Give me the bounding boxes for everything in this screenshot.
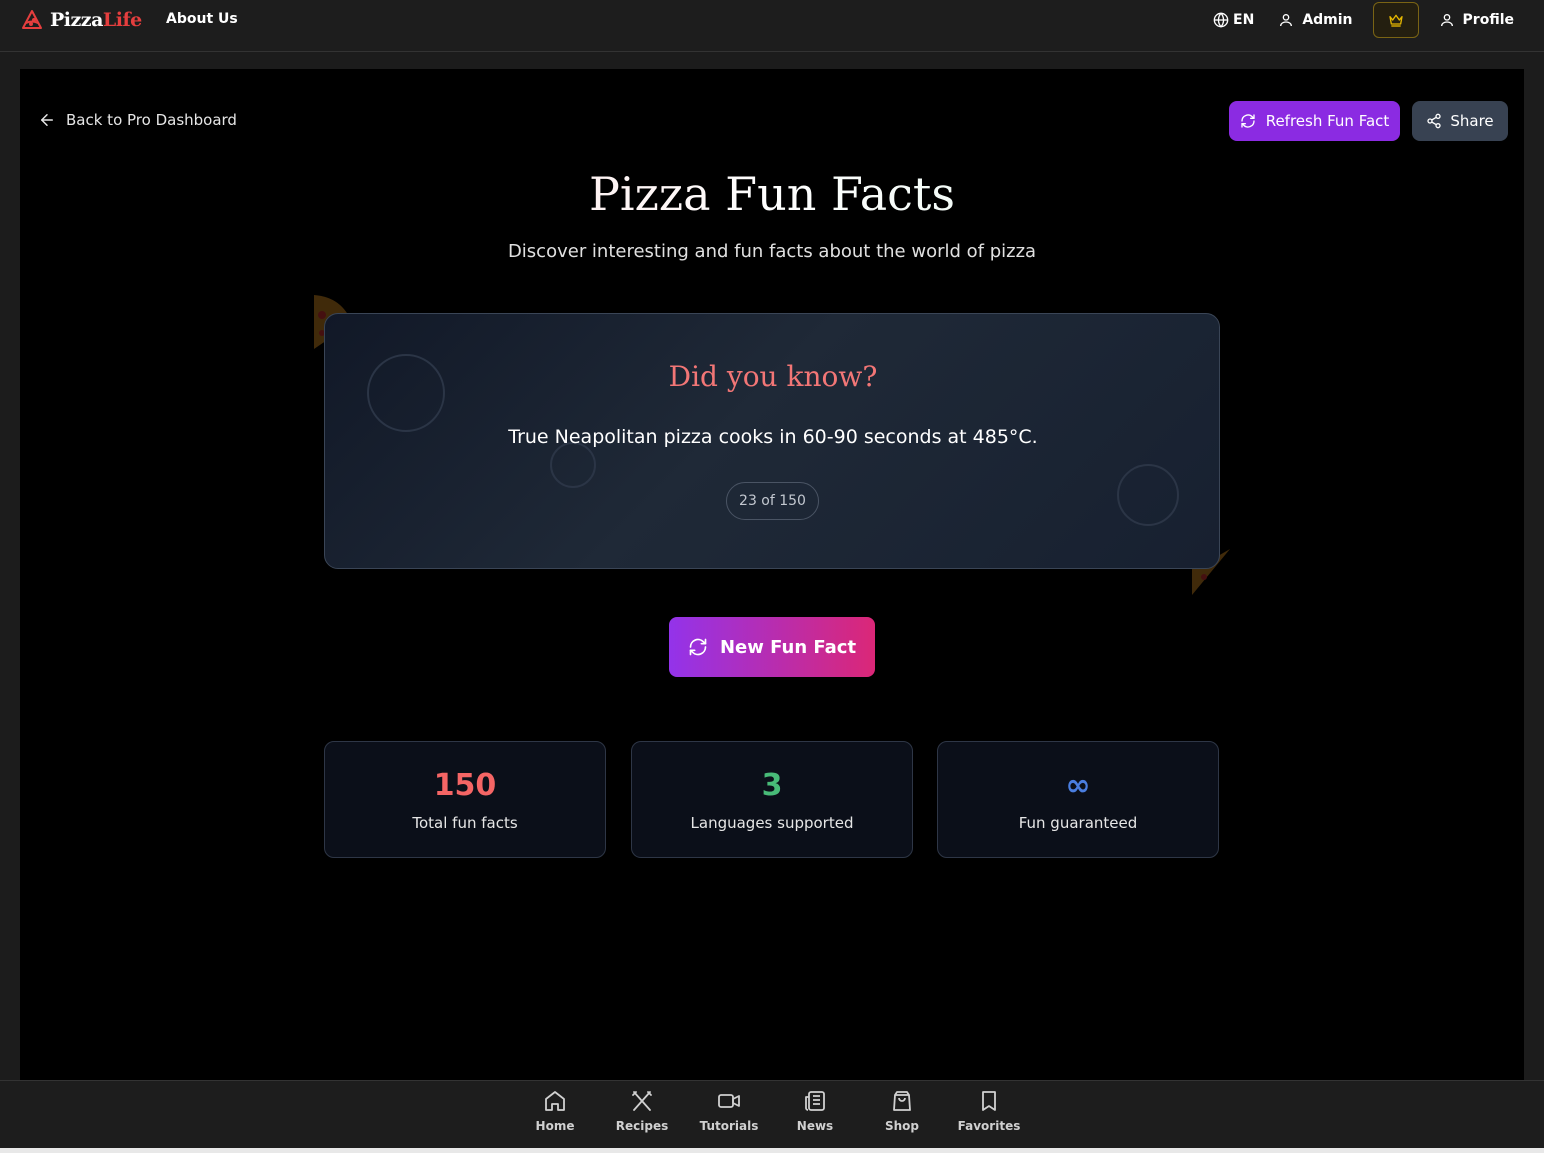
stat-card-total-facts: 150 Total fun facts xyxy=(324,741,606,858)
bottom-nav-shop[interactable]: Shop xyxy=(862,1089,942,1133)
stat-label: Fun guaranteed xyxy=(1018,814,1138,832)
home-icon xyxy=(545,1091,565,1111)
share-label: Share xyxy=(1450,112,1494,130)
bottom-nav-tutorials[interactable]: Tutorials xyxy=(689,1089,769,1133)
profile-link[interactable]: Profile xyxy=(1429,2,1524,38)
page-subtitle: Discover interesting and fun facts about… xyxy=(507,241,1037,262)
stat-label: Total fun facts xyxy=(412,814,518,832)
fun-fact-text: True Neapolitan pizza cooks in 60-90 sec… xyxy=(508,426,1038,448)
about-us-link[interactable]: About Us xyxy=(166,11,238,27)
decorative-bubble xyxy=(550,442,596,488)
refresh-icon xyxy=(689,638,707,656)
video-icon xyxy=(718,1094,740,1108)
globe-icon xyxy=(1213,12,1229,28)
share-icon xyxy=(1427,113,1442,129)
stat-card-languages: 3 Languages supported xyxy=(631,741,913,858)
stat-value: ∞ xyxy=(1065,768,1091,803)
back-link[interactable]: Back to Pro Dashboard xyxy=(38,111,237,129)
utensils-icon xyxy=(632,1091,652,1111)
bottom-nav-label: Favorites xyxy=(957,1119,1021,1133)
logo-text: PizzaLife xyxy=(50,9,142,31)
decorative-bubble xyxy=(1117,464,1179,526)
shopping-bag-icon xyxy=(893,1091,911,1111)
admin-link[interactable]: Admin xyxy=(1268,2,1362,38)
bottom-nav-home[interactable]: Home xyxy=(515,1089,595,1133)
stat-card-fun-guaranteed: ∞ Fun guaranteed xyxy=(937,741,1219,858)
crown-icon xyxy=(1388,14,1403,27)
stat-label: Languages supported xyxy=(690,814,854,832)
profile-label: Profile xyxy=(1462,12,1514,28)
refresh-fun-fact-button[interactable]: Refresh Fun Fact xyxy=(1229,101,1400,141)
newspaper-icon xyxy=(805,1091,825,1111)
bookmark-icon xyxy=(982,1091,996,1111)
bottom-nav-label: Shop xyxy=(884,1119,920,1133)
stat-value: 150 xyxy=(433,768,497,803)
bottom-nav-label: News xyxy=(796,1119,834,1133)
bottom-nav-label: Home xyxy=(535,1119,575,1133)
bottom-nav-recipes[interactable]: Recipes xyxy=(602,1089,682,1133)
pizza-slice-icon xyxy=(22,10,42,29)
top-navbar: PizzaLife About Us EN Admin Profile xyxy=(0,0,1544,52)
fact-counter-badge: 23 of 150 xyxy=(726,482,819,520)
fun-fact-card: Did you know? True Neapolitan pizza cook… xyxy=(324,313,1220,569)
share-button[interactable]: Share xyxy=(1412,101,1508,141)
bottom-nav-label: Tutorials xyxy=(699,1119,759,1133)
arrow-left-icon xyxy=(41,114,53,126)
new-fun-fact-label: New Fun Fact xyxy=(719,636,857,658)
refresh-label: Refresh Fun Fact xyxy=(1265,112,1390,130)
window-bottom-edge xyxy=(0,1148,1544,1153)
refresh-icon xyxy=(1241,114,1255,128)
bottom-nav-favorites[interactable]: Favorites xyxy=(949,1089,1029,1133)
user-icon xyxy=(1280,14,1293,27)
stat-value: 3 xyxy=(761,768,783,803)
header-actions: EN Admin Profile xyxy=(1209,2,1524,38)
did-you-know-heading: Did you know? xyxy=(668,360,878,393)
bottom-nav-news[interactable]: News xyxy=(775,1089,855,1133)
language-switcher[interactable]: EN xyxy=(1209,2,1258,38)
user-icon xyxy=(1440,14,1453,27)
page-title: Pizza Fun Facts xyxy=(20,167,1524,221)
main-panel: Back to Pro Dashboard Refresh Fun Fact S… xyxy=(20,69,1524,1080)
bottom-navigation: Home Recipes Tutorials News Shop Favorit… xyxy=(0,1080,1544,1148)
language-label: EN xyxy=(1233,12,1255,28)
admin-label: Admin xyxy=(1302,12,1353,28)
logo[interactable]: PizzaLife xyxy=(20,8,142,32)
back-label: Back to Pro Dashboard xyxy=(66,111,237,129)
new-fun-fact-button[interactable]: New Fun Fact xyxy=(669,617,875,677)
pro-crown-button[interactable] xyxy=(1372,2,1419,38)
bottom-nav-label: Recipes xyxy=(615,1119,669,1133)
